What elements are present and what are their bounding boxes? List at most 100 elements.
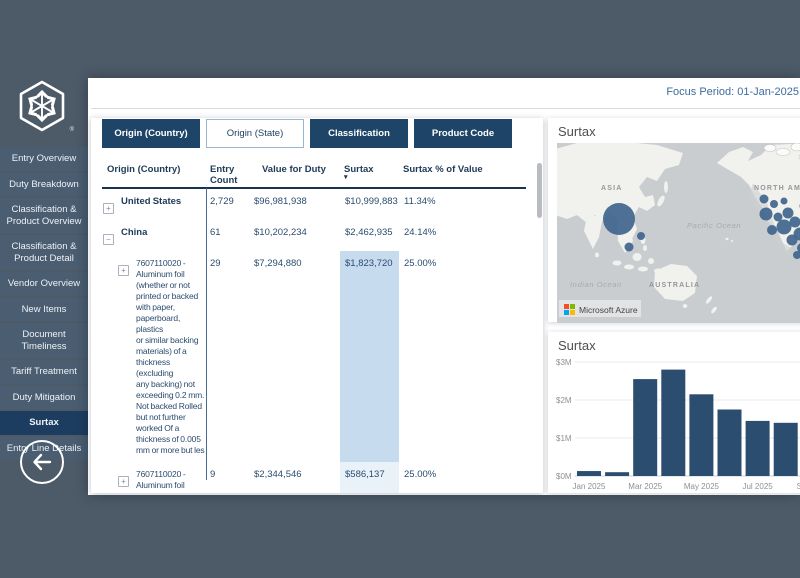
map-title: Surtax — [548, 118, 800, 143]
bar-apr-2025[interactable] — [661, 370, 685, 476]
bar-may-2025[interactable] — [689, 394, 713, 476]
bar-aug-2025[interactable] — [774, 423, 798, 476]
table-row[interactable]: + United States 2,729$96,981,938$10,999,88… — [102, 189, 526, 220]
col-header-entry-count[interactable]: Entry Count — [206, 162, 252, 186]
map-label-north-america: NORTH AMERICA — [754, 185, 800, 192]
map-bubble[interactable] — [760, 208, 773, 221]
tab-origin-country-[interactable]: Origin (Country) — [102, 119, 200, 148]
map-bubble[interactable] — [781, 198, 788, 205]
map-bubble[interactable] — [777, 220, 792, 235]
collapse-toggle-icon[interactable]: − — [103, 234, 114, 245]
row-label: China — [121, 227, 147, 238]
registered-mark: ® — [70, 127, 74, 133]
expand-toggle-icon[interactable]: + — [118, 265, 129, 276]
expand-toggle-icon[interactable]: + — [103, 203, 114, 214]
surtax-bar-chart[interactable]: $0M$1M$2M$3MJan 2025Mar 2025May 2025Jul … — [553, 357, 800, 495]
cell-entry-count: 9 — [206, 462, 252, 486]
table-header-row: Origin (Country) Entry Count Value for D… — [102, 162, 526, 186]
map-bubble[interactable] — [760, 195, 769, 204]
header-divider — [91, 108, 800, 109]
col-header-value-for-duty[interactable]: Value for Duty — [252, 162, 340, 186]
bar-mar-2025[interactable] — [633, 379, 657, 476]
cell-surtax: $586,137 — [340, 462, 399, 493]
cell-surtax-pct: 24.14% — [399, 220, 522, 244]
tab-product-code[interactable]: Product Code — [414, 119, 512, 148]
cell-surtax: $1,823,720 — [340, 251, 399, 462]
bar-jun-2025[interactable] — [718, 410, 742, 477]
col-header-surtax-pct[interactable]: Surtax % of Value — [399, 162, 522, 186]
expand-toggle-icon[interactable]: + — [118, 476, 129, 487]
sidebar-item-tariff-treatment[interactable]: Tariff Treatment — [0, 360, 88, 384]
x-tick-label: Jul 2025 — [742, 482, 773, 491]
bar-feb-2025[interactable] — [605, 472, 629, 476]
azure-attribution: Microsoft Azure — [559, 300, 641, 317]
table-row[interactable]: +7607110020 - Aluminum foil 9$2,344,546$5… — [102, 462, 526, 493]
sidebar-item-entry-overview[interactable]: Entry Overview — [0, 147, 88, 171]
sidebar-item-duty-mitigation[interactable]: Duty Mitigation — [0, 386, 88, 410]
cell-value-for-duty: $2,344,546 — [252, 462, 340, 486]
table-scrollbar[interactable] — [537, 163, 542, 218]
table-body: + United States 2,729$96,981,938$10,999,88… — [102, 189, 526, 493]
column-divider — [206, 188, 207, 480]
cell-entry-count: 2,729 — [206, 189, 252, 213]
surtax-trend-card: Surtax $0M$1M$2M$3MJan 2025Mar 2025May 2… — [548, 332, 800, 493]
tab-classification[interactable]: Classification — [310, 119, 408, 148]
cell-entry-count: 29 — [206, 251, 252, 275]
map-bubble[interactable] — [637, 232, 645, 240]
cell-value-for-duty: $96,981,938 — [252, 189, 340, 213]
table-row[interactable]: −China 61$10,202,234$2,462,93524.14% — [102, 220, 526, 251]
sidebar-item-duty-breakdown[interactable]: Duty Breakdown — [0, 173, 88, 197]
app-logo-icon: ® — [16, 79, 72, 137]
cell-value-for-duty: $10,202,234 — [252, 220, 340, 244]
y-tick-label: $0M — [556, 472, 572, 481]
x-tick-label: May 2025 — [684, 482, 720, 491]
azure-attribution-label: Microsoft Azure — [579, 305, 638, 315]
sidebar-item-surtax[interactable]: Surtax — [0, 411, 88, 435]
sidebar-item-new-items[interactable]: New Items — [0, 298, 88, 322]
map-label-asia: ASIA — [601, 185, 623, 192]
table-row[interactable]: +7607110020 - Aluminum foil (whether or … — [102, 251, 526, 462]
map-bubble[interactable] — [603, 203, 635, 235]
sidebar-item-vendor-overview[interactable]: Vendor Overview — [0, 272, 88, 296]
bar-jan-2025[interactable] — [577, 471, 601, 476]
map-bubble[interactable] — [625, 243, 634, 252]
surtax-map-card: Surtax — [548, 118, 800, 322]
back-button[interactable] — [20, 440, 64, 484]
col-header-surtax[interactable]: Surtax ▾ — [340, 162, 399, 186]
y-tick-label: $2M — [556, 396, 572, 405]
cell-entry-count: 61 — [206, 220, 252, 244]
cell-surtax: $2,462,935 — [340, 220, 399, 244]
tab-origin-state-[interactable]: Origin (State) — [206, 119, 304, 148]
bar-jul-2025[interactable] — [746, 421, 770, 476]
cell-surtax-pct: 25.00% — [399, 462, 522, 486]
sidebar-nav: Entry OverviewDuty BreakdownClassificati… — [0, 147, 88, 460]
tab-strip: Origin (Country)Origin (State)Classifica… — [102, 119, 512, 148]
cell-value-for-duty: $7,294,880 — [252, 251, 340, 275]
cell-surtax: $10,999,883 — [340, 189, 399, 213]
bar-chart-title: Surtax — [548, 332, 800, 357]
world-bubble-map[interactable]: ASIA NORTH AMERICA AUSTRALIA Pacific Oce… — [557, 143, 800, 323]
x-tick-label: Mar 2025 — [628, 482, 662, 491]
cell-surtax-pct: 11.34% — [399, 189, 522, 213]
report-canvas: Focus Period: 01-Jan-2025 Origin (Countr… — [88, 78, 800, 495]
sidebar-item-classification-product-detail[interactable]: Classification & Product Detail — [0, 235, 88, 270]
sidebar-item-classification-product-overview[interactable]: Classification & Product Overview — [0, 198, 88, 233]
sidebar-item-document-timeliness[interactable]: Document Timeliness — [0, 323, 88, 358]
y-tick-label: $1M — [556, 434, 572, 443]
map-bubble[interactable] — [790, 217, 800, 228]
row-label: United States — [121, 196, 181, 207]
surtax-matrix-card: Origin (Country)Origin (State)Classifica… — [91, 118, 543, 493]
focus-period-label: Focus Period: 01-Jan-2025 — [666, 86, 799, 98]
row-label: 7607110020 - Aluminum foil — [136, 469, 186, 491]
map-label-pacific-ocean: Pacific Ocean — [687, 221, 741, 230]
col-header-origin-country[interactable]: Origin (Country) — [102, 162, 206, 186]
map-bubble[interactable] — [770, 200, 778, 208]
map-label-australia: AUSTRALIA — [649, 282, 700, 289]
map-bubble[interactable] — [783, 208, 794, 219]
back-arrow-icon — [29, 449, 55, 475]
cell-surtax-pct: 25.00% — [399, 251, 522, 275]
map-bubble[interactable] — [767, 225, 777, 235]
map-bubble[interactable] — [787, 235, 798, 246]
map-label-indian-ocean: Indian Ocean — [570, 280, 622, 289]
y-tick-label: $3M — [556, 358, 572, 367]
